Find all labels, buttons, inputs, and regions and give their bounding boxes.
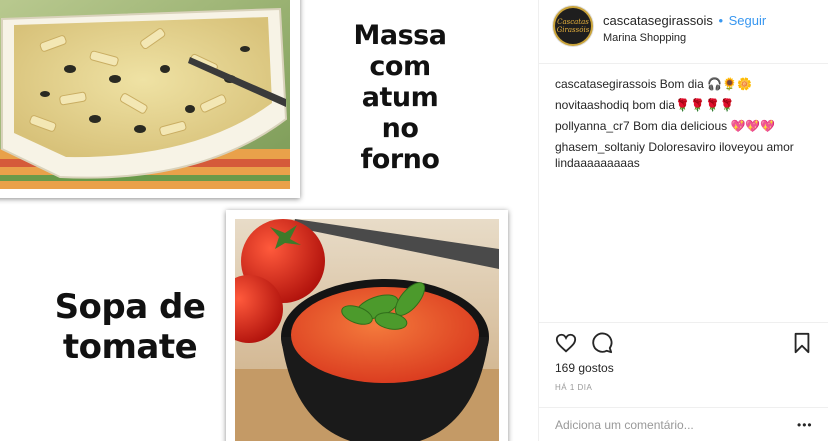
caption-sopa: Sopa de tomate (40, 287, 220, 367)
comment-username[interactable]: cascatasegirassois (555, 77, 656, 91)
post-sidebar: Cascatas Girassóis cascatasegirassois • … (538, 0, 828, 441)
location-link[interactable]: Marina Shopping (603, 32, 686, 44)
post-image[interactable]: Massa com atum no forno Sopa de tomate (0, 0, 538, 441)
more-options-icon[interactable]: ••• (797, 419, 813, 431)
header-line: cascatasegirassois • Seguir (603, 13, 766, 28)
comment-username[interactable]: ghasem_soltaniy (555, 140, 645, 154)
bookmark-icon[interactable] (791, 332, 813, 354)
photo-sopa (226, 210, 508, 441)
comment-item: ghasem_soltaniy Doloresaviro iloveyou am… (555, 139, 815, 171)
photo-massa (0, 0, 300, 198)
comment-username[interactable]: novitaashodiq (555, 98, 629, 112)
comment-username[interactable]: pollyanna_cr7 (555, 119, 630, 133)
separator-dot: • (718, 13, 724, 28)
comments-list: cascatasegirassois Bom dia 🎧🌻🌼 novitaash… (555, 76, 815, 176)
caption-line: atum (361, 82, 439, 113)
caption-line: Sopa de (54, 287, 206, 327)
caption-line: Massa (353, 20, 447, 51)
username-link[interactable]: cascatasegirassois (603, 13, 713, 28)
avatar-logo-line: Cascatas (557, 18, 589, 26)
comment-text: Bom dia delicious 💖💖💖 (633, 119, 776, 133)
speech-bubble-icon[interactable] (591, 332, 613, 354)
heart-outline-icon[interactable] (555, 332, 577, 354)
comment-item: cascatasegirassois Bom dia 🎧🌻🌼 (555, 76, 815, 92)
add-comment-bar: ••• (539, 407, 828, 441)
caption-massa: Massa com atum no forno (330, 20, 470, 175)
likes-count[interactable]: 169 gostos (555, 361, 614, 375)
caption-line: no (381, 113, 419, 144)
caption-line: tomate (62, 327, 198, 367)
caption-line: forno (360, 144, 440, 175)
tomato-soup-illustration (235, 219, 499, 441)
comment-item: pollyanna_cr7 Bom dia delicious 💖💖💖 (555, 118, 815, 134)
follow-button[interactable]: Seguir (729, 13, 767, 28)
post-actions: 169 gostos HÁ 1 DIA ••• (539, 322, 828, 441)
avatar-logo-text: Cascatas Girassóis (555, 18, 591, 34)
comment-text: bom dia🌹🌹🌹🌹 (632, 98, 735, 112)
pasta-bake-illustration (0, 0, 290, 189)
comment-input[interactable] (555, 416, 775, 434)
caption-line: com (369, 51, 431, 82)
post-timestamp[interactable]: HÁ 1 DIA (555, 383, 592, 392)
post-header: Cascatas Girassóis cascatasegirassois • … (539, 0, 828, 64)
avatar[interactable]: Cascatas Girassóis (553, 6, 593, 46)
comment-item: novitaashodiq bom dia🌹🌹🌹🌹 (555, 97, 815, 113)
comment-text: Bom dia 🎧🌻🌼 (659, 77, 752, 91)
avatar-logo-line: Girassóis (556, 26, 590, 34)
